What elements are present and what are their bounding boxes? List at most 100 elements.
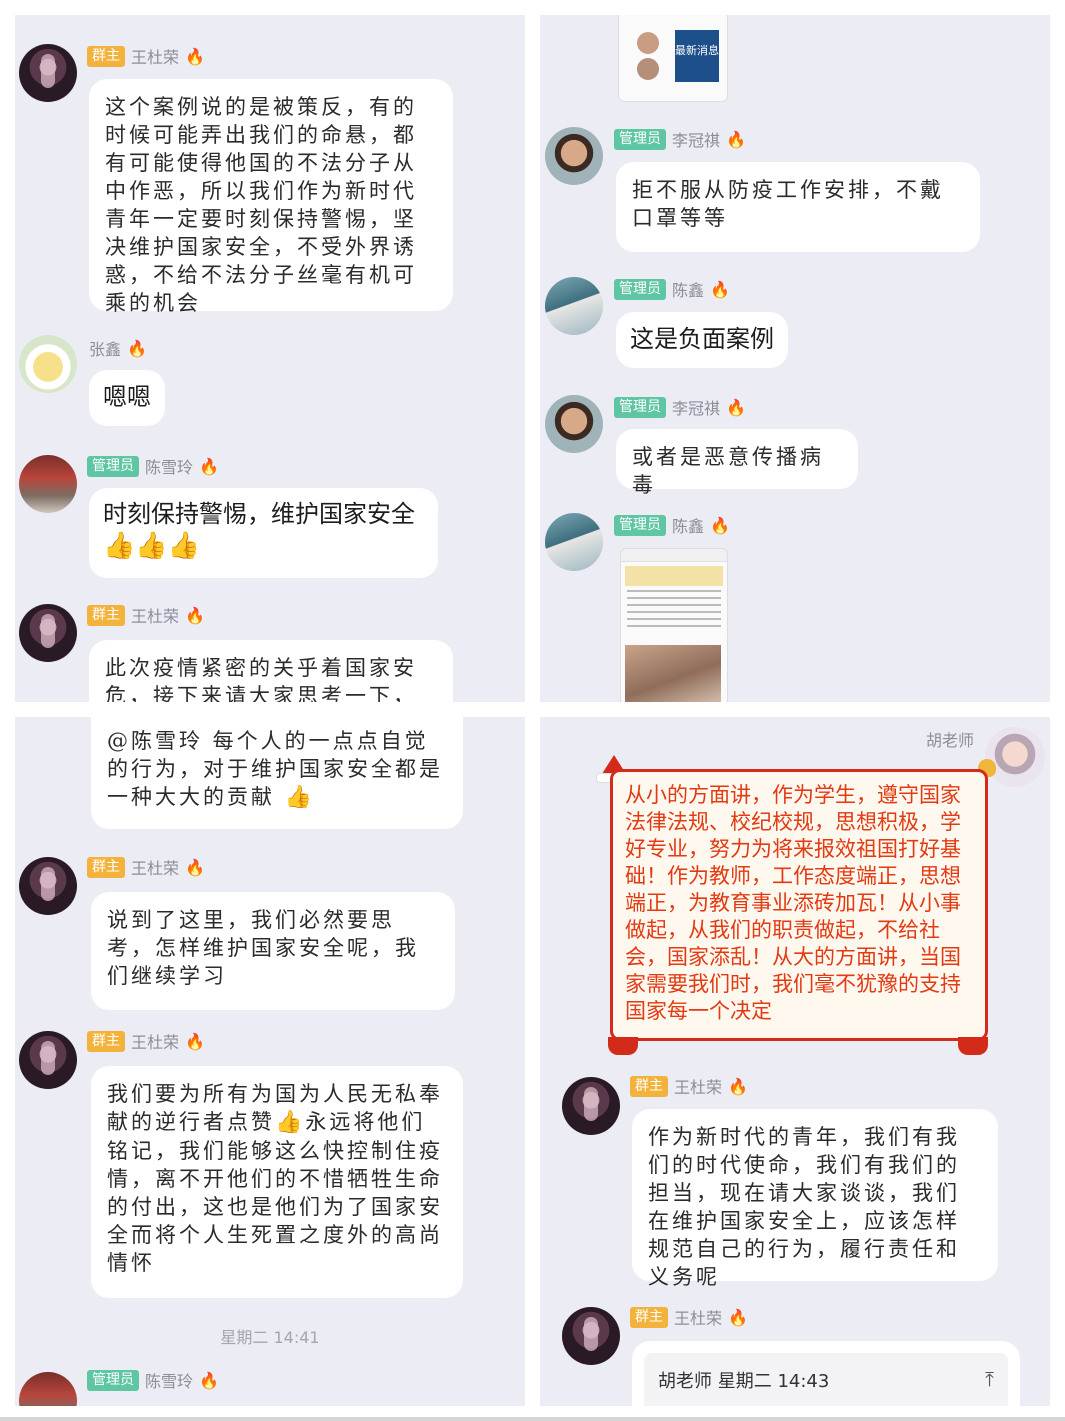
fire-icon: 🔥 (127, 338, 147, 358)
fire-icon: 🔥 (726, 397, 746, 417)
fire-icon: 🔥 (710, 279, 730, 299)
fire-icon: 🔥 (199, 456, 219, 476)
sender-line: 管理员 李冠祺 🔥 (614, 126, 746, 152)
message-text: 此次疫情紧密的关乎着国家安危，接下来请大家思考一下，疫 (105, 656, 417, 702)
sender-line: 管理员 陈鑫 🔥 (614, 512, 730, 538)
sender-name[interactable]: 王杜荣 (674, 1074, 722, 1098)
sender-name[interactable]: 陈鑫 (672, 277, 704, 301)
owner-badge: 群主 (87, 1030, 125, 1052)
message-bubble[interactable]: 作为新时代的青年，我们有我们的时代使命，我们有我们的担当，现在请大家谈谈，我们在… (632, 1109, 998, 1289)
sender-name[interactable]: 王杜荣 (131, 1029, 179, 1053)
thumbs-up-icon: 👍👍👍 (103, 531, 201, 561)
message-bubble[interactable]: 嗯嗯 (89, 370, 165, 426)
chat-panel-bottom-left: @陈雪玲 每个人的一点点自觉的行为，对于维护国家安全都是一种大大的贡献 👍 群主… (15, 717, 525, 1406)
message-text: 嗯嗯 (103, 383, 151, 411)
avatar[interactable] (19, 604, 77, 662)
admin-badge: 管理员 (614, 514, 666, 536)
message-text: 从小的方面讲，作为学生，遵守国家法律法规、校纪校规，思想积极，学好专业，努力为将… (625, 784, 961, 1023)
message-text: 这是负面案例 (630, 325, 774, 353)
avatar[interactable] (545, 395, 603, 453)
message-bubble[interactable]: 胡老师 星期二 14:43 ⤒ (632, 1341, 1020, 1406)
avatar[interactable] (19, 335, 77, 393)
person-photo (637, 58, 659, 80)
fire-icon: 🔥 (199, 1370, 219, 1390)
sender-line: 群主 王杜荣 🔥 (87, 43, 205, 69)
message-bubble[interactable]: 这是负面案例 (616, 312, 788, 368)
avatar[interactable] (19, 44, 77, 102)
message-bubble[interactable]: 拒不服从防疫工作安排，不戴口罩等等 (616, 162, 980, 252)
avatar[interactable] (19, 1031, 77, 1089)
owner-badge: 群主 (87, 604, 125, 626)
owner-badge: 群主 (630, 1306, 668, 1328)
avatar[interactable] (545, 127, 603, 185)
sender-name[interactable]: 李冠祺 (672, 395, 720, 419)
message-bubble[interactable]: 此次疫情紧密的关乎着国家安危，接下来请大家思考一下，疫 (89, 640, 453, 702)
owner-badge: 群主 (87, 856, 125, 878)
sender-name[interactable]: 陈鑫 (672, 513, 704, 537)
sender-name[interactable]: 陈雪玲 (145, 1368, 193, 1392)
sender-name[interactable]: 李冠祺 (672, 127, 720, 151)
avatar[interactable] (985, 727, 1045, 787)
admin-badge: 管理员 (614, 128, 666, 150)
sender-line: 群主 王杜荣 🔥 (87, 854, 205, 880)
message-text: 时刻保持警惕，维护国家安全 (103, 500, 415, 528)
sender-line: 群主 王杜荣 🔥 (630, 1304, 748, 1330)
bottom-divider (0, 1417, 1065, 1421)
sender-name[interactable]: 王杜荣 (131, 44, 179, 68)
admin-badge: 管理员 (614, 278, 666, 300)
pin-to-top-icon[interactable]: ⤒ (985, 1367, 994, 1391)
fire-icon: 🔥 (710, 515, 730, 535)
fire-icon: 🔥 (185, 1031, 205, 1051)
fire-icon: 🔥 (185, 857, 205, 877)
ribbon-decoration (958, 1037, 988, 1055)
sender-line: 群主 王杜荣 🔥 (87, 1028, 205, 1054)
thumbs-up-icon: 👍 (275, 1110, 306, 1135)
admin-badge: 管理员 (87, 455, 139, 477)
ribbon-decoration (608, 1037, 638, 1055)
chat-panel-top-right: 最新消息 管理员 李冠祺 🔥 拒不服从防疫工作安排，不戴口罩等等 管理员 陈鑫 … (540, 15, 1050, 702)
message-text: 拒不服从防疫工作安排，不戴口罩等等 (632, 178, 944, 230)
screenshot-text-lines (627, 590, 721, 632)
message-bubble[interactable]: @陈雪玲 每个人的一点点自觉的行为，对于维护国家安全都是一种大大的贡献 👍 (91, 717, 463, 829)
message-bubble[interactable]: 或者是恶意传播病毒 (616, 429, 858, 497)
shared-image[interactable]: 最新消息 (618, 15, 728, 102)
avatar[interactable] (19, 455, 77, 513)
message-bubble[interactable]: 说到了这里，我们必然要思考，怎样维护国家安全呢，我们继续学习 (91, 892, 455, 1010)
sender-name[interactable]: 王杜荣 (131, 603, 179, 627)
avatar[interactable] (562, 1307, 620, 1365)
shared-screenshot-image[interactable] (620, 548, 728, 702)
message-bubble[interactable]: 时刻保持警惕，维护国家安全 👍👍👍 (89, 488, 438, 578)
avatar[interactable] (562, 1077, 620, 1135)
message-text: 这个案例说的是被策反，有的时候可能弄出我们的命悬，都有可能使得他国的不法分子从中… (105, 95, 417, 315)
sender-name[interactable]: 王杜荣 (674, 1305, 722, 1329)
message-text: 或者是恶意传播病毒 (632, 445, 824, 497)
sender-name[interactable]: 王杜荣 (131, 855, 179, 879)
person-photo (637, 32, 659, 54)
thumbs-up-icon: 👍 (284, 785, 316, 810)
screenshot-header (621, 549, 727, 562)
sender-name[interactable]: 陈雪玲 (145, 454, 193, 478)
fire-icon: 🔥 (728, 1307, 748, 1327)
news-thumbnail: 最新消息 (675, 30, 719, 82)
avatar[interactable] (19, 857, 77, 915)
timestamp: 星期二 14:41 (220, 1328, 320, 1347)
quoted-reply[interactable]: 胡老师 星期二 14:43 ⤒ (644, 1353, 1008, 1406)
sender-line: 张鑫 🔥 (89, 335, 147, 361)
message-bubble[interactable]: 这个案例说的是被策反，有的时候可能弄出我们的命悬，都有可能使得他国的不法分子从中… (89, 79, 453, 315)
sender-line: 群主 王杜荣 🔥 (87, 602, 205, 628)
fire-icon: 🔥 (728, 1076, 748, 1096)
message-text: @陈雪玲 每个人的一点点自觉的行为，对于维护国家安全都是一种大大的贡献 (107, 729, 443, 809)
message-bubble[interactable]: 我们要为所有为国为人民无私奉献的逆行者点赞👍永远将他们铭记，我们能够这么快控制住… (91, 1066, 463, 1298)
sender-name[interactable]: 胡老师 (926, 727, 974, 751)
avatar[interactable] (19, 1372, 77, 1406)
sender-name[interactable]: 张鑫 (89, 336, 121, 360)
avatar[interactable] (545, 513, 603, 571)
fire-icon: 🔥 (726, 129, 746, 149)
chat-panel-bottom-right: 胡老师 从小的方面讲，作为学生，遵守国家法律法规、校纪校规，思想积极，学好专业，… (540, 717, 1050, 1406)
fire-icon: 🔥 (185, 605, 205, 625)
festive-bubble[interactable]: 从小的方面讲，作为学生，遵守国家法律法规、校纪校规，思想积极，学好专业，努力为将… (596, 749, 996, 1055)
owner-badge: 群主 (630, 1075, 668, 1097)
sender-line: 管理员 陈雪玲 🔥 (87, 453, 219, 479)
avatar[interactable] (545, 277, 603, 335)
quoted-header: 胡老师 星期二 14:43 (658, 1371, 830, 1392)
